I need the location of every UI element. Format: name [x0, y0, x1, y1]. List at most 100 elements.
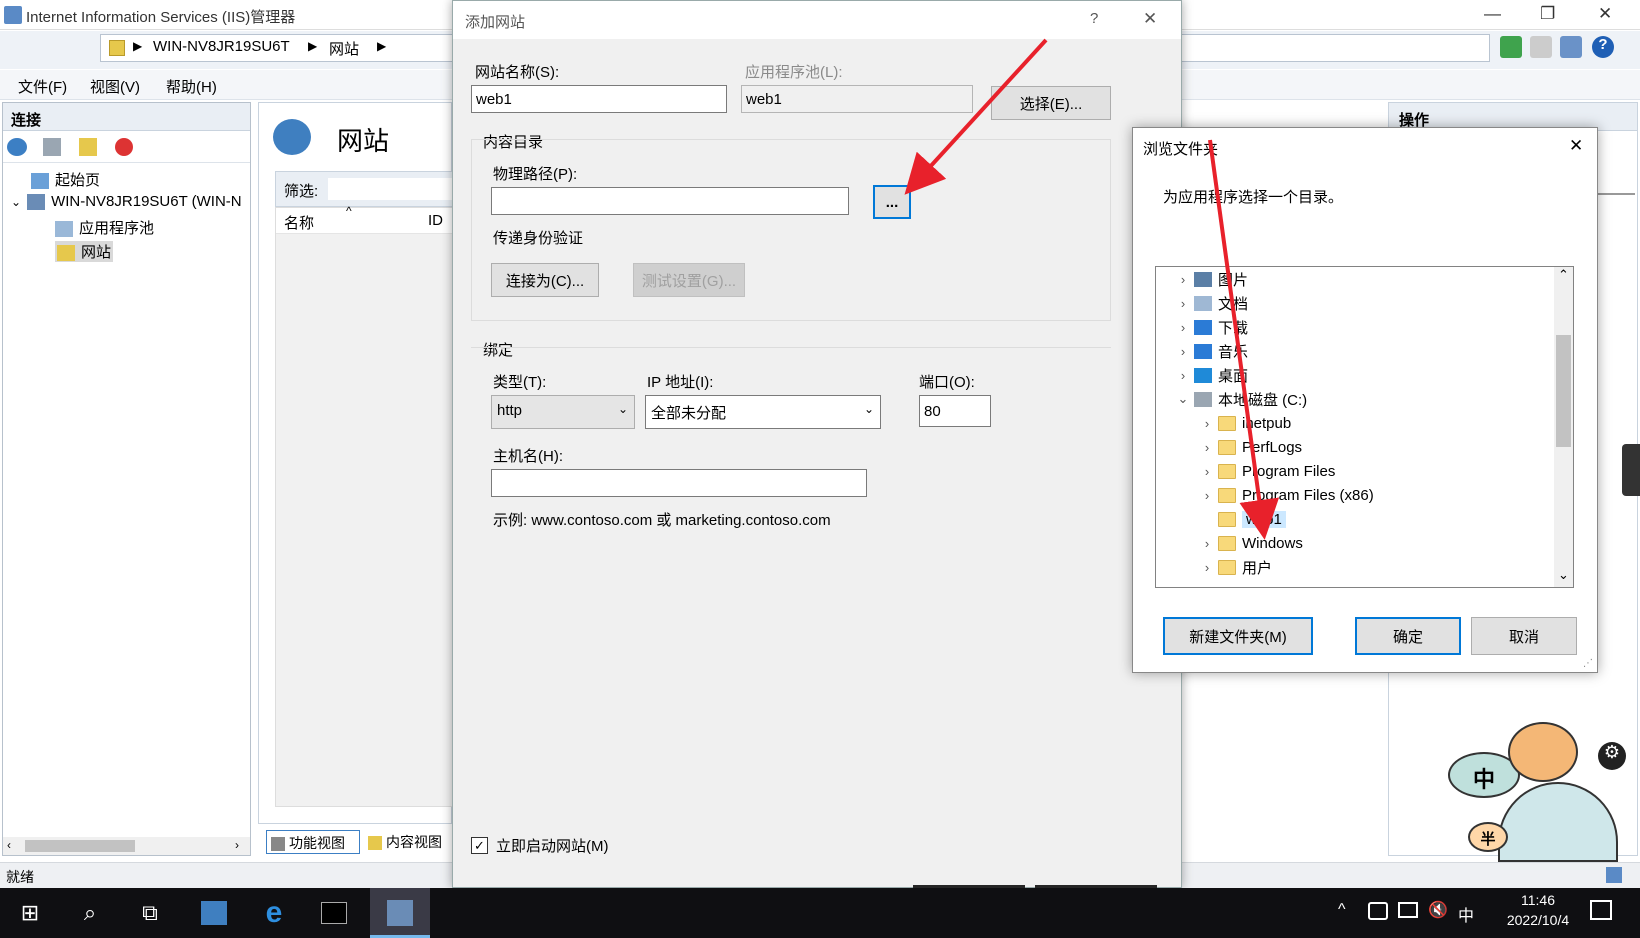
- menu-view[interactable]: 视图(V): [90, 76, 140, 97]
- scroll-up-icon[interactable]: ⌃: [1558, 267, 1569, 283]
- chevron-down-icon[interactable]: ⌄: [11, 195, 21, 209]
- folder-icon: [1218, 559, 1236, 575]
- browse-close-icon[interactable]: ✕: [1569, 136, 1583, 156]
- type-select[interactable]: http ⌄: [491, 395, 635, 429]
- filter-input[interactable]: [328, 178, 454, 200]
- chevron-down-icon[interactable]: ⌄: [1176, 391, 1190, 407]
- chevron-right-icon[interactable]: ›: [1200, 488, 1214, 503]
- scrollbar-thumb[interactable]: [25, 840, 135, 852]
- ime-mascot[interactable]: 中 半 ⚙: [1448, 722, 1638, 862]
- cmd-button[interactable]: [304, 888, 364, 938]
- folder-tree-item[interactable]: ⌄ 本地磁盘 (C:): [1156, 387, 1308, 411]
- notification-center-icon[interactable]: [1590, 900, 1612, 920]
- new-folder-button[interactable]: 新建文件夹(M): [1163, 617, 1313, 655]
- iis-manager-button[interactable]: [370, 888, 430, 938]
- folder-tree-item[interactable]: › PerfLogs: [1156, 435, 1302, 459]
- horizontal-scrollbar[interactable]: ‹ ›: [3, 837, 250, 855]
- chevron-right-icon[interactable]: ›: [1200, 464, 1214, 479]
- side-handle[interactable]: [1622, 444, 1640, 496]
- help-icon[interactable]: ?: [1592, 36, 1614, 58]
- start-now-checkbox[interactable]: ✓: [471, 837, 488, 854]
- sites-icon: [57, 245, 75, 262]
- host-input[interactable]: [491, 469, 867, 497]
- browse-path-button[interactable]: ...: [873, 185, 911, 219]
- delete-connection-icon[interactable]: [115, 138, 133, 156]
- show-hidden-icons[interactable]: ^: [1338, 901, 1346, 919]
- network-icon[interactable]: [1398, 902, 1418, 918]
- select-app-pool-button[interactable]: 选择(E)...: [991, 86, 1111, 120]
- clock[interactable]: 11:46 2022/10/4: [1488, 892, 1588, 936]
- dialog-close-icon[interactable]: ✕: [1143, 9, 1157, 29]
- chevron-right-icon[interactable]: ›: [1200, 416, 1214, 431]
- ie-button[interactable]: e: [244, 888, 304, 938]
- folder-tree[interactable]: › 图片 › 文档 › 下载 › 音乐 › 桌面 ⌄ 本地磁盘 (C:) › inetpub › PerfLo…: [1155, 266, 1574, 588]
- ip-select[interactable]: 全部未分配 ⌄: [645, 395, 881, 429]
- folder-tree-label: Program Files (x86): [1242, 486, 1374, 504]
- column-id[interactable]: ID: [428, 212, 443, 229]
- address-segment[interactable]: WIN-NV8JR19SU6T: [153, 38, 290, 55]
- folder-tree-item[interactable]: › 文档: [1156, 291, 1248, 315]
- folder-tree-item[interactable]: › inetpub: [1156, 411, 1291, 435]
- connect-icon[interactable]: [7, 138, 27, 156]
- port-input[interactable]: [919, 395, 991, 427]
- dialog-help-button[interactable]: ?: [1090, 10, 1098, 27]
- folder-tree-item[interactable]: › 桌面: [1156, 363, 1248, 387]
- chevron-right-icon[interactable]: ›: [1176, 344, 1190, 359]
- column-name[interactable]: 名称: [284, 212, 314, 233]
- chevron-right-icon[interactable]: ›: [1176, 272, 1190, 287]
- physical-path-input[interactable]: [491, 187, 849, 215]
- scroll-down-icon[interactable]: ⌄: [1558, 567, 1569, 583]
- home-icon[interactable]: [1560, 36, 1582, 58]
- search-button[interactable]: ⌕: [60, 888, 120, 938]
- tree-item-label: WIN-NV8JR19SU6T (WIN-N: [51, 193, 242, 210]
- scroll-left-icon[interactable]: ‹: [7, 838, 11, 852]
- chevron-right-icon[interactable]: ›: [1176, 368, 1190, 383]
- address-segment[interactable]: 网站: [329, 38, 359, 59]
- start-now-checkbox-row[interactable]: ✓ 立即启动网站(M): [471, 835, 609, 856]
- tab-features-view[interactable]: 功能视图: [266, 830, 360, 854]
- connections-pane: 连接 起始页 ⌄ WIN-NV8JR19SU6T (WIN-N 应用程序池 网站 …: [2, 102, 251, 856]
- scroll-right-icon[interactable]: ›: [235, 838, 239, 852]
- close-icon[interactable]: ✕: [1598, 4, 1612, 24]
- tree-item-app-pools[interactable]: 应用程序池: [55, 217, 154, 238]
- server-manager-button[interactable]: [184, 888, 244, 938]
- restore-icon[interactable]: ❐: [1540, 4, 1555, 24]
- menu-help[interactable]: 帮助(H): [166, 76, 217, 97]
- chevron-right-icon[interactable]: ›: [1200, 440, 1214, 455]
- tree-item-server[interactable]: ⌄ WIN-NV8JR19SU6T (WIN-N: [11, 193, 242, 211]
- folder-tree-item[interactable]: web1: [1156, 507, 1286, 531]
- refresh-icon[interactable]: [1500, 36, 1522, 58]
- folder-tree-item[interactable]: › 音乐: [1156, 339, 1248, 363]
- folder-tree-item[interactable]: › Windows: [1156, 531, 1303, 555]
- folder-tree-item[interactable]: › 下载: [1156, 315, 1248, 339]
- resize-grip-icon[interactable]: ⋰: [1583, 658, 1593, 669]
- tree-item-sites[interactable]: 网站: [55, 241, 114, 262]
- ime-indicator[interactable]: 中: [1458, 902, 1474, 926]
- settings-gear-icon[interactable]: ⚙: [1598, 742, 1626, 770]
- chevron-right-icon[interactable]: ›: [1200, 560, 1214, 575]
- site-name-input[interactable]: [471, 85, 727, 113]
- browse-ok-button[interactable]: 确定: [1355, 617, 1461, 655]
- minimize-icon[interactable]: —: [1484, 4, 1501, 24]
- connect-as-button[interactable]: 连接为(C)...: [491, 263, 599, 297]
- stop-icon[interactable]: [1530, 36, 1552, 58]
- chevron-right-icon[interactable]: ›: [1200, 536, 1214, 551]
- save-icon[interactable]: [43, 138, 61, 156]
- chevron-right-icon[interactable]: ›: [1176, 296, 1190, 311]
- tree-scrollbar[interactable]: ⌃ ⌄: [1554, 267, 1573, 587]
- folder-tree-item[interactable]: › 用户: [1156, 555, 1272, 579]
- tree-item-start-page[interactable]: 起始页: [31, 169, 100, 190]
- browse-cancel-button[interactable]: 取消: [1471, 617, 1577, 655]
- tab-content-view[interactable]: 内容视图: [364, 830, 454, 854]
- folder-tree-item[interactable]: › 图片: [1156, 267, 1248, 291]
- tree-scroll-thumb[interactable]: [1556, 335, 1571, 447]
- folder-tree-item[interactable]: › Program Files (x86): [1156, 483, 1374, 507]
- folder-tree-item[interactable]: › Program Files: [1156, 459, 1336, 483]
- chevron-right-icon[interactable]: ›: [1176, 320, 1190, 335]
- security-alert-icon[interactable]: [1368, 902, 1388, 920]
- task-view-button[interactable]: ⧉: [120, 888, 180, 938]
- volume-muted-icon[interactable]: 🔇: [1428, 900, 1448, 920]
- start-button[interactable]: ⊞: [0, 888, 60, 938]
- up-icon[interactable]: [79, 138, 97, 156]
- menu-file[interactable]: 文件(F): [18, 76, 67, 97]
